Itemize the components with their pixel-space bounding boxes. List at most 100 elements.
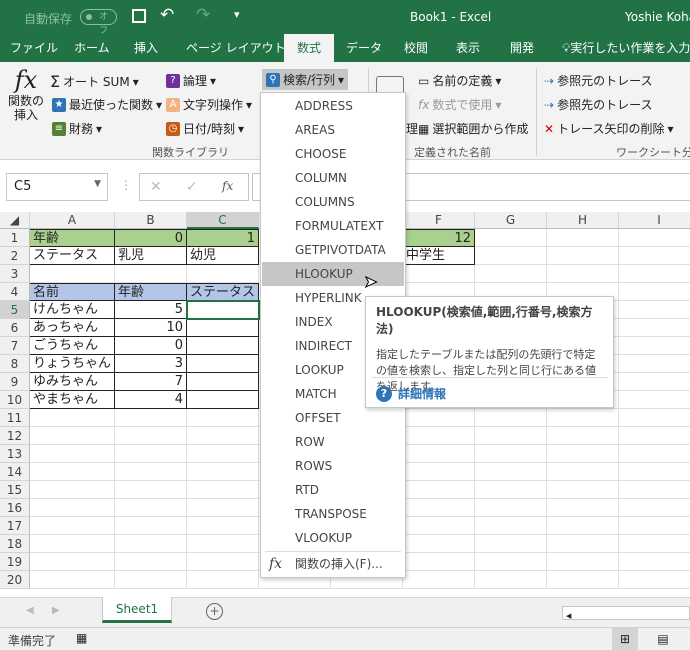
cell-B6[interactable]: 10 — [115, 319, 187, 337]
cell-C4[interactable]: ステータス — [187, 283, 259, 301]
cell-C8[interactable] — [187, 355, 259, 373]
tab-file[interactable]: ファイル — [10, 34, 58, 62]
tab-formulas[interactable]: 数式 — [284, 34, 334, 62]
row-header-19[interactable]: 19 — [0, 553, 30, 571]
cell-I8[interactable] — [619, 355, 690, 373]
cell-B4[interactable]: 年齢 — [115, 283, 187, 301]
prev-sheet-icon[interactable]: ◀ — [26, 605, 34, 616]
cell-C19[interactable] — [187, 553, 259, 571]
add-sheet-icon[interactable]: + — [206, 603, 223, 620]
cell-C13[interactable] — [187, 445, 259, 463]
cell-C6[interactable] — [187, 319, 259, 337]
cell-G17[interactable] — [475, 517, 547, 535]
cell-F19[interactable] — [403, 553, 475, 571]
menu-item-areas[interactable]: AREAS — [262, 118, 404, 142]
column-header-B[interactable]: B — [115, 212, 187, 229]
row-header-11[interactable]: 11 — [0, 409, 30, 427]
cell-I17[interactable] — [619, 517, 690, 535]
cell-H12[interactable] — [547, 427, 619, 445]
tab-home[interactable]: ホーム — [74, 34, 110, 62]
define-name-button[interactable]: ▭ 名前の定義 ▾ — [418, 72, 501, 89]
cell-B17[interactable] — [115, 517, 187, 535]
cell-A10[interactable]: やまちゃん — [30, 391, 115, 409]
next-sheet-icon[interactable]: ▶ — [52, 605, 60, 616]
cell-I1[interactable] — [619, 229, 690, 247]
cell-G14[interactable] — [475, 463, 547, 481]
menu-item-choose[interactable]: CHOOSE — [262, 142, 404, 166]
cell-B3[interactable] — [115, 265, 187, 283]
column-header-F[interactable]: F — [403, 212, 475, 229]
cell-A3[interactable] — [30, 265, 115, 283]
cell-B19[interactable] — [115, 553, 187, 571]
menu-item-rtd[interactable]: RTD — [262, 478, 404, 502]
autosum-button[interactable]: Σ オート SUM ▾ — [50, 72, 139, 91]
cell-H1[interactable] — [547, 229, 619, 247]
menu-item-columns[interactable]: COLUMNS — [262, 190, 404, 214]
column-header-I[interactable]: I — [619, 212, 690, 229]
row-header-10[interactable]: 10 — [0, 391, 30, 409]
horizontal-scrollbar[interactable]: ◀ — [562, 606, 690, 620]
cell-H11[interactable] — [547, 409, 619, 427]
cell-I3[interactable] — [619, 265, 690, 283]
row-header-8[interactable]: 8 — [0, 355, 30, 373]
cell-C9[interactable] — [187, 373, 259, 391]
cell-C14[interactable] — [187, 463, 259, 481]
menu-insert-function[interactable]: fx 関数の挿入(F)... — [262, 552, 404, 576]
menu-item-offset[interactable]: OFFSET — [262, 406, 404, 430]
page-layout-view-icon[interactable]: ▤ — [652, 628, 674, 650]
row-header-4[interactable]: 4 — [0, 283, 30, 301]
name-manager-label[interactable]: 理 — [406, 120, 418, 137]
cell-B15[interactable] — [115, 481, 187, 499]
cell-I10[interactable] — [619, 391, 690, 409]
cell-I6[interactable] — [619, 319, 690, 337]
cell-G2[interactable] — [475, 247, 547, 265]
cell-A15[interactable] — [30, 481, 115, 499]
cell-B1[interactable]: 0 — [115, 229, 187, 247]
cell-G11[interactable] — [475, 409, 547, 427]
autosave-toggle[interactable]: オフ — [80, 9, 117, 36]
row-header-1[interactable]: 1 — [0, 229, 30, 247]
save-icon[interactable] — [132, 9, 146, 23]
recent-functions-button[interactable]: ★ 最近使った関数 ▾ — [52, 96, 162, 113]
cell-I11[interactable] — [619, 409, 690, 427]
cell-A6[interactable]: あっちゃん — [30, 319, 115, 337]
cell-G12[interactable] — [475, 427, 547, 445]
row-header-15[interactable]: 15 — [0, 481, 30, 499]
cell-I15[interactable] — [619, 481, 690, 499]
datetime-button[interactable]: ◷ 日付/時刻 ▾ — [166, 120, 244, 137]
cancel-icon[interactable]: ✕ — [150, 179, 162, 195]
cell-A12[interactable] — [30, 427, 115, 445]
row-header-2[interactable]: 2 — [0, 247, 30, 265]
cell-C2[interactable]: 幼児 — [187, 247, 259, 265]
cell-A4[interactable]: 名前 — [30, 283, 115, 301]
user-name[interactable]: Yoshie Koha — [625, 10, 690, 24]
cell-A9[interactable]: ゆみちゃん — [30, 373, 115, 391]
cell-A18[interactable] — [30, 535, 115, 553]
cell-H16[interactable] — [547, 499, 619, 517]
cell-F17[interactable] — [403, 517, 475, 535]
cell-A2[interactable]: ステータス — [30, 247, 115, 265]
tab-review[interactable]: 校閲 — [404, 34, 428, 62]
cell-G18[interactable] — [475, 535, 547, 553]
column-header-C[interactable]: C — [187, 212, 259, 229]
cell-A13[interactable] — [30, 445, 115, 463]
menu-item-rows[interactable]: ROWS — [262, 454, 404, 478]
row-header-12[interactable]: 12 — [0, 427, 30, 445]
cell-B11[interactable] — [115, 409, 187, 427]
tab-view[interactable]: 表示 — [456, 34, 480, 62]
cell-H3[interactable] — [547, 265, 619, 283]
cell-A8[interactable]: りょうちゃん — [30, 355, 115, 373]
row-header-13[interactable]: 13 — [0, 445, 30, 463]
menu-item-transpose[interactable]: TRANSPOSE — [262, 502, 404, 526]
cell-G13[interactable] — [475, 445, 547, 463]
cell-B2[interactable]: 乳児 — [115, 247, 187, 265]
row-header-3[interactable]: 3 — [0, 265, 30, 283]
redo-icon[interactable]: ↷ — [196, 5, 210, 25]
cell-I7[interactable] — [619, 337, 690, 355]
normal-view-icon[interactable]: ⊞ — [612, 628, 638, 650]
menu-item-address[interactable]: ADDRESS — [262, 94, 404, 118]
column-header-H[interactable]: H — [547, 212, 619, 229]
cell-C18[interactable] — [187, 535, 259, 553]
text-button[interactable]: A 文字列操作 ▾ — [166, 96, 252, 113]
cell-B20[interactable] — [115, 571, 187, 589]
